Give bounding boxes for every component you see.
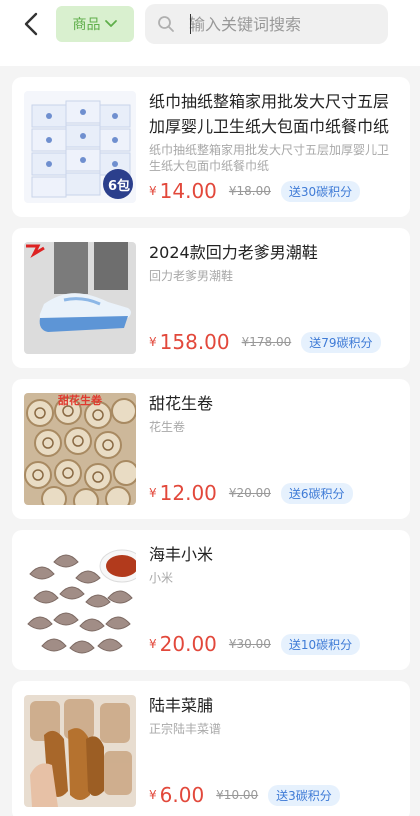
product-image[interactable] [24, 695, 136, 807]
chevron-down-icon [104, 20, 117, 27]
product-card[interactable]: 甜花生卷 甜花生卷 花生卷 ¥ 12.00 ¥20.00 送6碳积分 [12, 379, 410, 519]
product-image[interactable] [24, 242, 136, 354]
product-subtitle: 回力老爹男潮鞋 [149, 269, 234, 283]
category-label: 商品 [72, 17, 101, 33]
product-card[interactable]: 2024款回力老爹男潮鞋 回力老爹男潮鞋 ¥ 158.00 ¥178.00 送7… [12, 228, 410, 368]
product-title: 海丰小米 [149, 545, 214, 564]
currency-symbol: ¥ [149, 335, 157, 349]
search-input[interactable] [189, 14, 379, 34]
product-subtitle: 小米 [149, 571, 174, 585]
product-image[interactable]: 6包 [24, 91, 136, 203]
product-image[interactable] [24, 544, 136, 656]
original-price: ¥30.00 [228, 637, 271, 651]
product-image[interactable]: 甜花生卷 [24, 393, 136, 505]
price-row: ¥ 20.00 ¥30.00 送10碳积分 [149, 632, 361, 656]
carbon-points-badge: 送10碳积分 [280, 633, 361, 655]
back-arrow-icon[interactable] [18, 10, 46, 38]
product-subtitle: 正宗陆丰菜谱 [149, 722, 222, 736]
category-dropdown[interactable]: 商品 [56, 6, 134, 42]
price-row: ¥ 158.00 ¥178.00 送79碳积分 [149, 330, 381, 354]
original-price: ¥10.00 [216, 788, 259, 802]
price-row: ¥ 12.00 ¥20.00 送6碳积分 [149, 481, 353, 505]
price: 6.00 [159, 783, 205, 807]
original-price: ¥178.00 [241, 335, 292, 349]
top-bar: 商品 [0, 0, 420, 66]
product-info: 甜花生卷 花生卷 ¥ 12.00 ¥20.00 送6碳积分 [149, 391, 398, 507]
currency-symbol: ¥ [149, 486, 157, 500]
product-info: 海丰小米 小米 ¥ 20.00 ¥30.00 送10碳积分 [149, 542, 398, 658]
price: 14.00 [159, 179, 217, 203]
currency-symbol: ¥ [149, 184, 157, 198]
product-card[interactable]: 陆丰菜脯 正宗陆丰菜谱 ¥ 6.00 ¥10.00 送3碳积分 [12, 681, 410, 816]
search-icon [158, 16, 174, 32]
price-row: ¥ 14.00 ¥18.00 送30碳积分 [149, 179, 361, 203]
currency-symbol: ¥ [149, 788, 157, 802]
price-row: ¥ 6.00 ¥10.00 送3碳积分 [149, 783, 340, 807]
carbon-points-badge: 送3碳积分 [268, 784, 340, 806]
product-info: 纸巾抽纸整箱家用批发大尺寸五层加厚婴儿卫生纸大包面巾纸餐巾纸 纸巾抽纸整箱家用批… [149, 89, 398, 205]
image-caption: 甜花生卷 [58, 394, 102, 407]
product-info: 2024款回力老爹男潮鞋 回力老爹男潮鞋 ¥ 158.00 ¥178.00 送7… [149, 240, 398, 356]
product-card[interactable]: 海丰小米 小米 ¥ 20.00 ¥30.00 送10碳积分 [12, 530, 410, 670]
product-title: 纸巾抽纸整箱家用批发大尺寸五层加厚婴儿卫生纸大包面巾纸餐巾纸 [149, 92, 390, 136]
text-cursor [190, 14, 191, 34]
product-title: 甜花生卷 [149, 394, 214, 413]
carbon-points-badge: 送79碳积分 [301, 331, 381, 353]
pack-count-badge: 6包 [107, 179, 131, 194]
product-title: 2024款回力老爹男潮鞋 [149, 243, 318, 262]
search-box[interactable] [145, 4, 388, 44]
carbon-points-badge: 送6碳积分 [280, 482, 353, 504]
product-card[interactable]: 6包 纸巾抽纸整箱家用批发大尺寸五层加厚婴儿卫生纸大包面巾纸餐巾纸 纸巾抽纸整箱… [12, 77, 410, 217]
price: 12.00 [159, 481, 217, 505]
currency-symbol: ¥ [149, 637, 157, 651]
product-title: 陆丰菜脯 [149, 696, 214, 715]
product-info: 陆丰菜脯 正宗陆丰菜谱 ¥ 6.00 ¥10.00 送3碳积分 [149, 693, 398, 809]
price: 20.00 [159, 632, 217, 656]
original-price: ¥18.00 [228, 184, 271, 198]
carbon-points-badge: 送30碳积分 [280, 180, 361, 202]
product-subtitle: 花生卷 [149, 420, 186, 434]
price: 158.00 [159, 330, 230, 354]
product-subtitle: 纸巾抽纸整箱家用批发大尺寸五层加厚婴儿卫生纸大包面巾纸餐巾纸 [149, 143, 390, 173]
original-price: ¥20.00 [228, 486, 271, 500]
